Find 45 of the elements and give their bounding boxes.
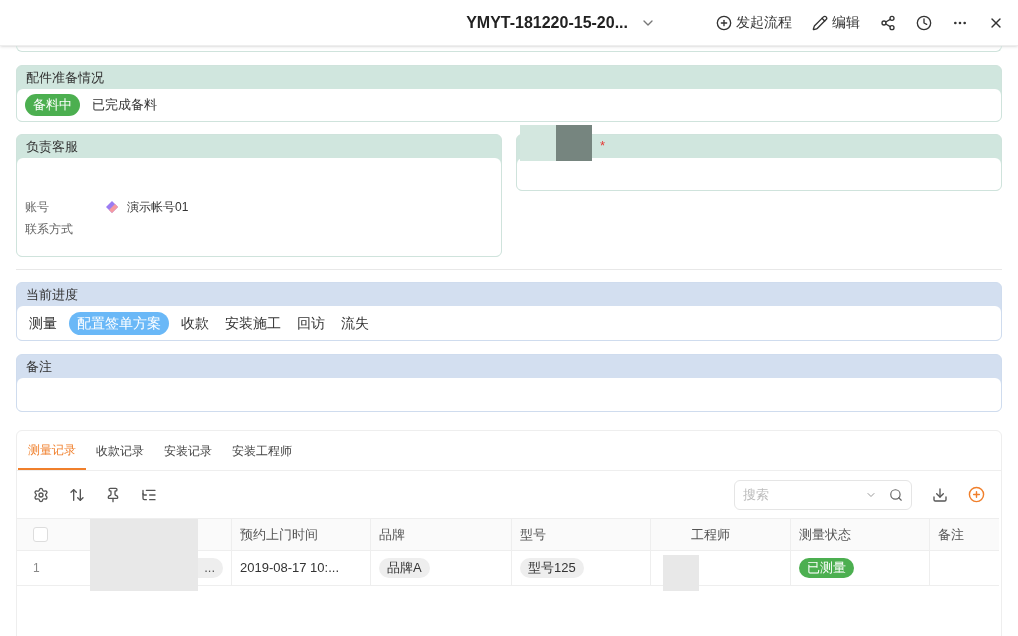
checkbox[interactable] — [33, 527, 48, 542]
diamond-icon — [105, 200, 119, 214]
progress-step[interactable]: 安装施工 — [221, 312, 285, 334]
header-cell: 品牌 — [370, 518, 511, 551]
toolbar-button[interactable]: 发起流程 — [716, 12, 792, 33]
header-cell: 预约上门时间 — [231, 518, 370, 551]
section-title: 配件准备情况 — [26, 68, 104, 87]
search-input[interactable]: 搜索 — [743, 484, 865, 505]
search-field[interactable]: 搜索 — [734, 479, 912, 510]
header-cell: 测量状态 — [790, 518, 929, 551]
table-cell: 2019-08-17 10:... — [231, 551, 370, 586]
add-icon[interactable] — [968, 486, 985, 503]
header-cell: 工程师 — [650, 518, 790, 551]
redaction-block — [556, 125, 592, 161]
brand-tag: 品牌A — [379, 558, 430, 578]
section-title: 负责客服 — [26, 137, 78, 156]
field-label: 账号 — [25, 199, 50, 216]
tab[interactable]: 收款记录 — [86, 431, 154, 470]
section-title: 备注 — [26, 357, 52, 376]
add-icon — [716, 14, 732, 31]
section-title: 当前进度 — [26, 285, 78, 304]
progress-step[interactable]: 收款 — [177, 312, 213, 334]
pin-icon[interactable] — [105, 486, 121, 503]
tab[interactable]: 安装记录 — [154, 431, 222, 470]
field-label: 联系方式 — [25, 221, 74, 238]
field-value: 演示帐号01 — [127, 199, 189, 216]
status-tag: 已测量 — [799, 558, 854, 578]
pencil-icon — [812, 14, 828, 31]
toolbar-button[interactable]: 编辑 — [812, 12, 860, 33]
model-tag: 型号125 — [520, 558, 584, 578]
progress-step[interactable]: 回访 — [293, 312, 329, 334]
share-icon[interactable] — [880, 14, 896, 31]
settings-icon[interactable] — [33, 486, 49, 503]
header-cell: 型号 — [511, 518, 650, 551]
header-cell: 备注 — [929, 518, 999, 551]
progress-step[interactable]: 流失 — [337, 312, 373, 334]
required-mark: * — [600, 137, 606, 155]
sort-icon[interactable] — [69, 486, 85, 503]
tab[interactable]: 安装工程师 — [222, 431, 302, 470]
record-title[interactable]: YMYT-181220-15-20... — [466, 10, 628, 35]
status-option[interactable]: 已完成备料 — [88, 95, 161, 115]
download-icon[interactable] — [932, 486, 948, 503]
clock-icon[interactable] — [916, 14, 932, 31]
progress-step[interactable]: 测量 — [25, 312, 61, 334]
search-icon[interactable] — [889, 487, 903, 502]
